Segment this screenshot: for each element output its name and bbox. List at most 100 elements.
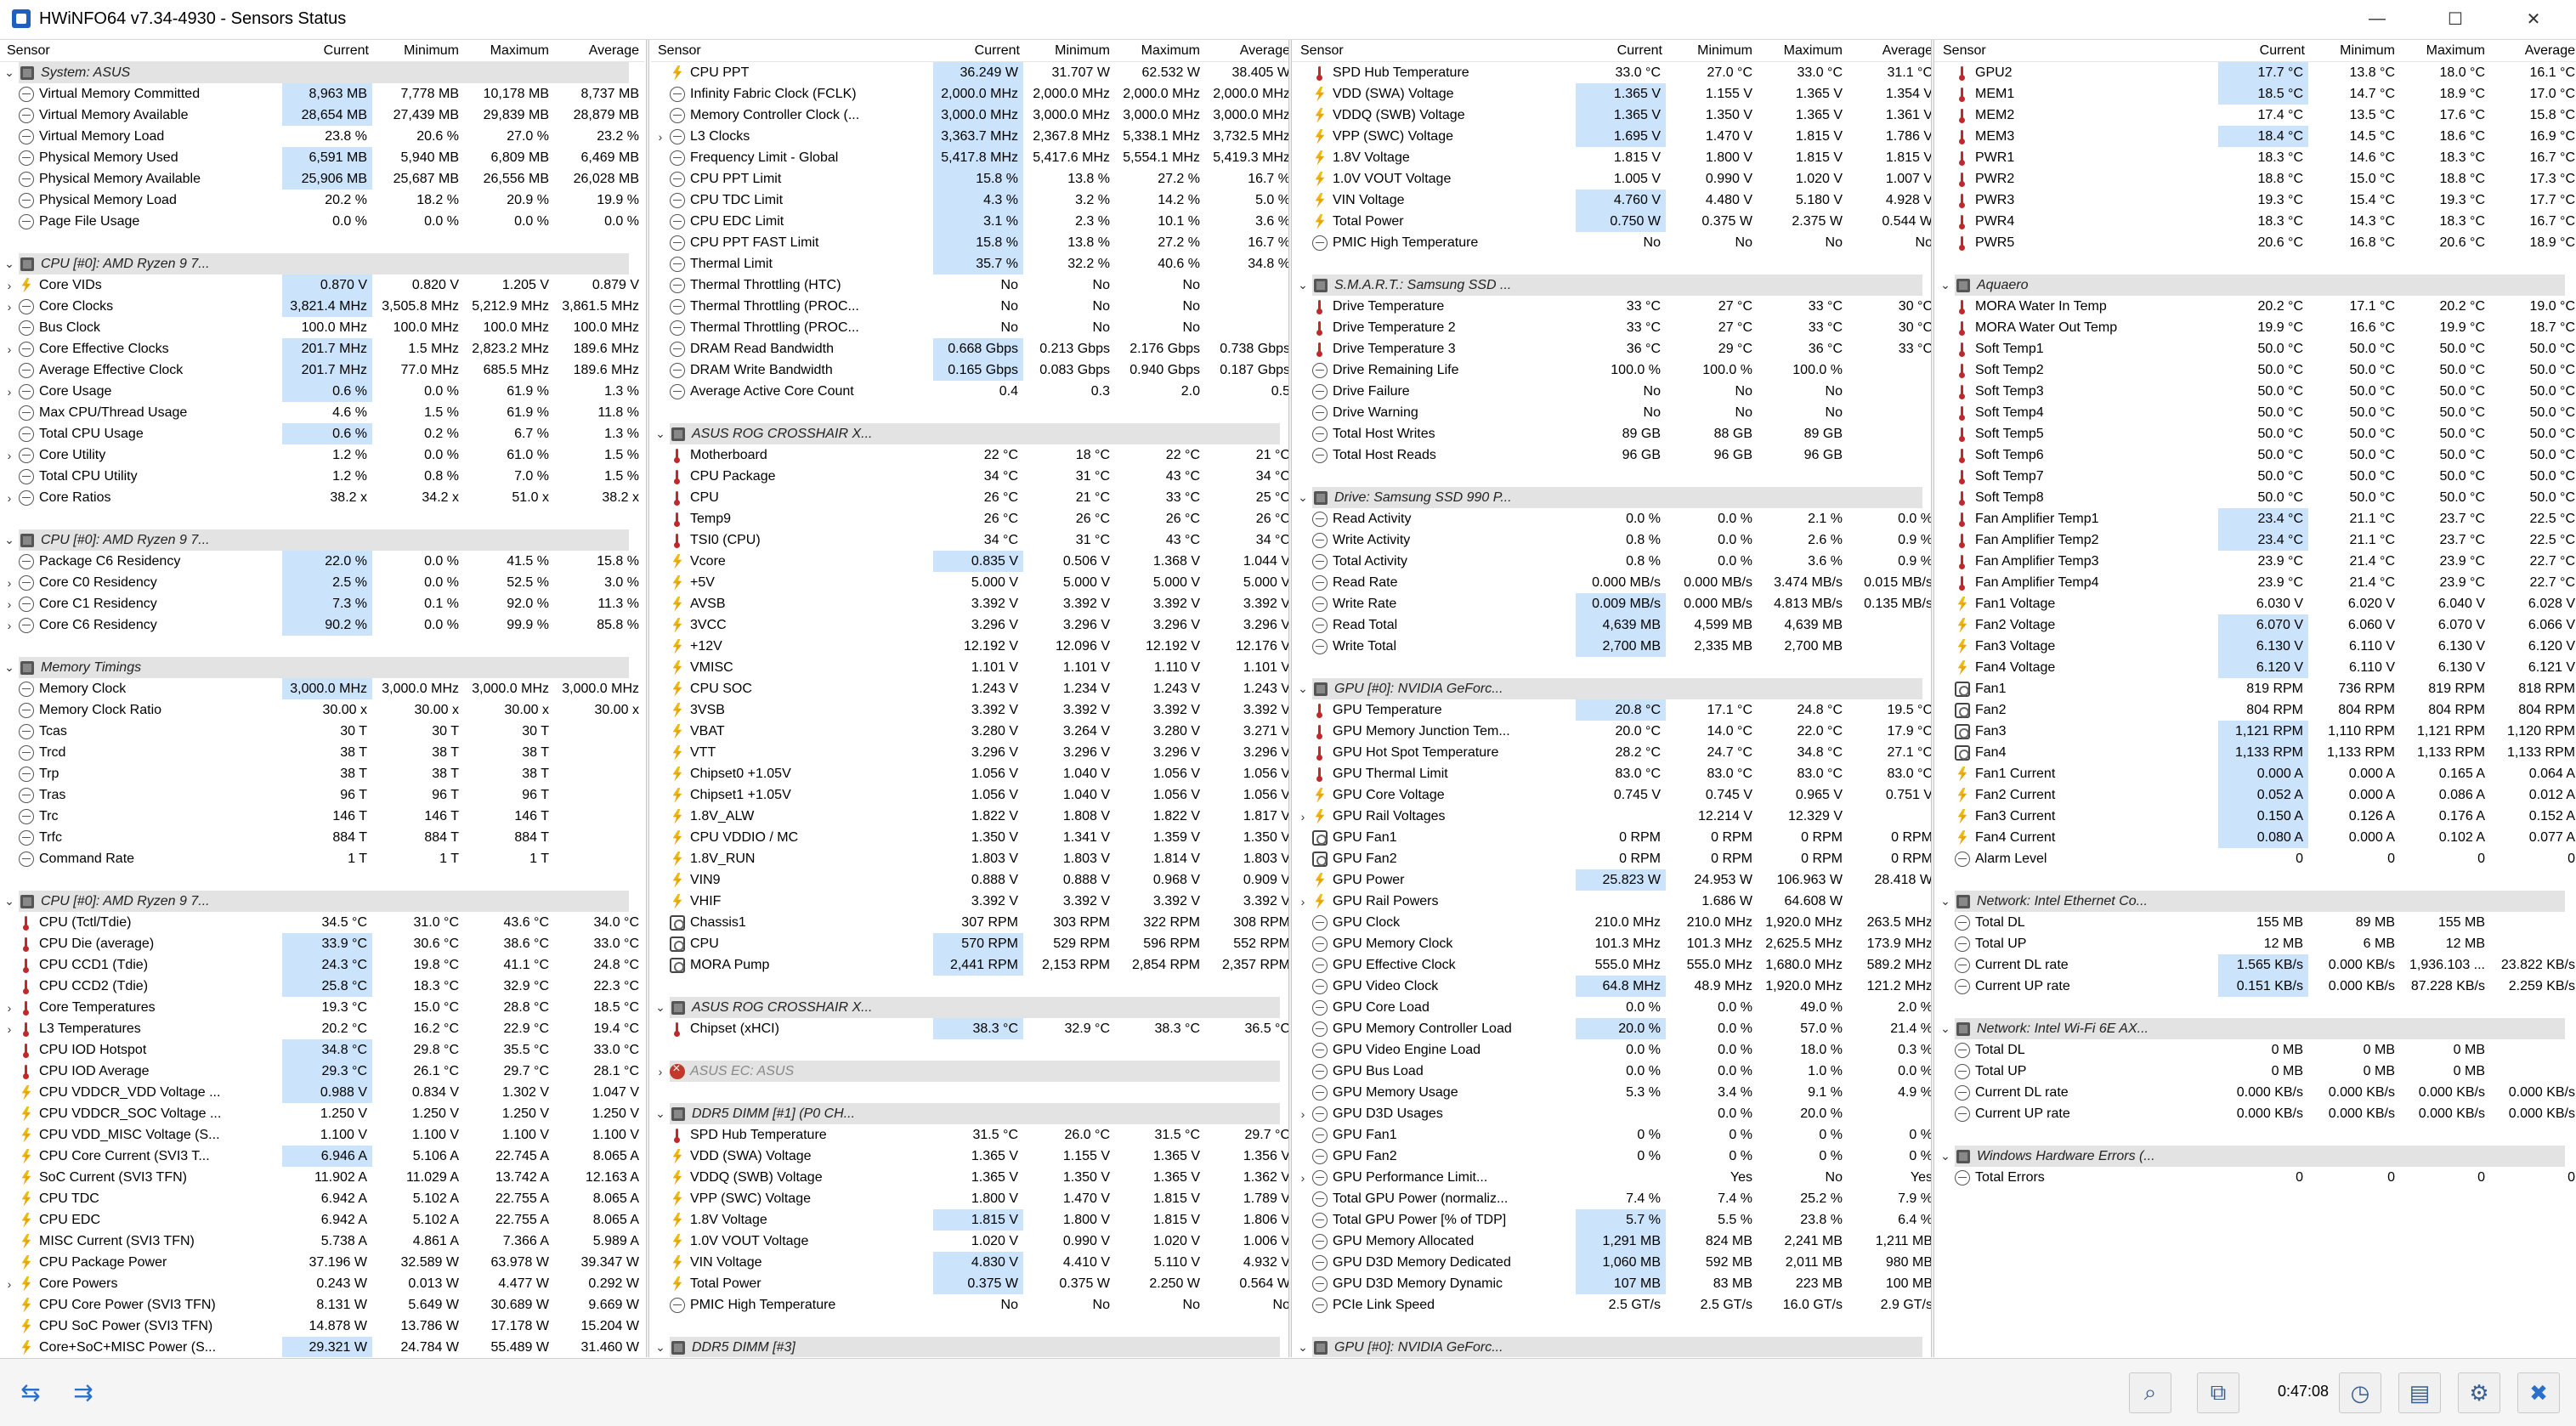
sensor-row[interactable]: GPU Video Clock 64.8 MHz 48.9 MHz 1,920.0 M… xyxy=(1294,976,1938,997)
chevron-right-icon[interactable]: › xyxy=(0,597,19,611)
sensor-row[interactable]: › Core Temperatures 19.3 °C 15.0 °C 28.8 °C 1… xyxy=(0,997,644,1018)
sensor-group-header[interactable]: ⌄ GPU [#0]: NVIDIA GeForc... xyxy=(1294,1337,1938,1357)
sensor-row[interactable]: Total DL 155 MB 89 MB 155 MB xyxy=(1936,912,2576,933)
column-header-maximum[interactable]: Maximum xyxy=(1756,40,1846,61)
minimize-button[interactable]: — xyxy=(2338,0,2416,37)
sensor-row[interactable]: GPU Fan1 0 RPM 0 RPM 0 RPM 0 RPM xyxy=(1294,827,1938,848)
sensor-row[interactable]: Fan3 1,121 RPM 1,110 RPM 1,121 RPM 1,120 RPM xyxy=(1936,721,2576,742)
sensor-row[interactable]: › Core Usage 0.6 % 0.0 % 61.9 % 1.3 % xyxy=(0,381,644,402)
sensor-row[interactable]: CPU (Tctl/Tdie) 34.5 °C 31.0 °C 43.6 °C 34.0… xyxy=(0,912,644,933)
sensor-row[interactable]: SPD Hub Temperature 33.0 °C 27.0 °C 33.0 °C… xyxy=(1294,62,1938,83)
sensor-group-header[interactable]: ⌄ DDR5 DIMM [#1] (P0 CH... xyxy=(651,1103,1295,1124)
sensor-row[interactable]: Virtual Memory Available 28,654 MB 27,439 … xyxy=(0,105,644,126)
chevron-right-icon[interactable]: › xyxy=(0,385,19,399)
chevron-right-icon[interactable]: › xyxy=(0,491,19,505)
chevron-down-icon[interactable]: ⌄ xyxy=(651,1106,670,1121)
sensor-group-header[interactable]: ›ASUS EC: ASUS xyxy=(651,1061,1295,1082)
column-header-average[interactable]: Average xyxy=(552,40,643,61)
sensor-row[interactable]: Total GPU Power (normaliz... 7.4 % 7.4 % 25… xyxy=(1294,1188,1938,1209)
sensor-row[interactable]: Fan1 Current 0.000 A 0.000 A 0.165 A 0.064 A xyxy=(1936,763,2576,784)
sensor-row[interactable]: › Core Ratios 38.2 x 34.2 x 51.0 x 38.2 x xyxy=(0,487,644,508)
sensor-row[interactable]: Total CPU Utility 1.2 % 0.8 % 7.0 % 1.5 % xyxy=(0,466,644,487)
sensor-row[interactable]: Soft Temp4 50.0 °C 50.0 °C 50.0 °C 50.0 °C xyxy=(1936,402,2576,423)
sensor-row[interactable]: GPU Memory Allocated 1,291 MB 824 MB 2,241 … xyxy=(1294,1231,1938,1252)
sensor-row[interactable]: CPU 26 °C 21 °C 33 °C 25 °C xyxy=(651,487,1295,508)
sensor-group-header[interactable]: ⌄ Network: Intel Ethernet Co... xyxy=(1936,891,2576,912)
sensor-row[interactable]: VDD (SWA) Voltage 1.365 V 1.155 V 1.365 V 1.… xyxy=(651,1146,1295,1167)
sensor-row[interactable]: Current DL rate 1.565 KB/s 0.000 KB/s 1,936… xyxy=(1936,954,2576,976)
sensor-row[interactable]: Chipset0 +1.05V 1.056 V 1.040 V 1.056 V 1.05… xyxy=(651,763,1295,784)
sensor-row[interactable]: Soft Temp8 50.0 °C 50.0 °C 50.0 °C 50.0 °C xyxy=(1936,487,2576,508)
column-header-maximum[interactable]: Maximum xyxy=(2398,40,2488,61)
sensor-row[interactable]: PMIC High Temperature No No No No xyxy=(1294,232,1938,253)
sensor-row[interactable]: CPU CCD1 (Tdie) 24.3 °C 19.8 °C 41.1 °C 24.8… xyxy=(0,954,644,976)
chevron-right-icon[interactable]: › xyxy=(0,1277,19,1291)
chevron-right-icon[interactable]: › xyxy=(651,130,670,144)
sensor-row[interactable]: PWR5 20.6 °C 16.8 °C 20.6 °C 18.9 °C xyxy=(1936,232,2576,253)
sensor-row[interactable]: CPU VDD_MISC Voltage (S... 1.100 V 1.100 V… xyxy=(0,1124,644,1146)
sensor-row[interactable]: CPU EDC 6.942 A 5.102 A 22.755 A 8.065 A xyxy=(0,1209,644,1231)
sensor-row[interactable]: VIN9 0.888 V 0.888 V 0.968 V 0.909 V xyxy=(651,869,1295,891)
sensor-row[interactable]: VHIF 3.392 V 3.392 V 3.392 V 3.392 V xyxy=(651,891,1295,912)
sensor-row[interactable]: Vcore 0.835 V 0.506 V 1.368 V 1.044 V xyxy=(651,551,1295,572)
sensor-row[interactable]: MISC Current (SVI3 TFN) 5.738 A 4.861 A 7.3… xyxy=(0,1231,644,1252)
chevron-down-icon[interactable]: ⌄ xyxy=(0,894,19,908)
sensor-row[interactable]: DRAM Write Bandwidth 0.165 Gbps 0.083 Gbps… xyxy=(651,359,1295,381)
column-header-current[interactable]: Current xyxy=(2218,40,2308,61)
double-arrow-right-icon[interactable]: ⇉ xyxy=(63,1378,104,1406)
chevron-right-icon[interactable]: › xyxy=(0,619,19,632)
sensor-row[interactable]: Drive Temperature 33 °C 27 °C 33 °C 30 °C xyxy=(1294,296,1938,317)
sensor-row[interactable]: GPU Video Engine Load 0.0 % 0.0 % 18.0 % 0.3… xyxy=(1294,1039,1938,1061)
sensor-row[interactable]: Package C6 Residency 22.0 % 0.0 % 41.5 % 15.… xyxy=(0,551,644,572)
sensor-row[interactable]: Chipset1 +1.05V 1.056 V 1.040 V 1.056 V 1.05… xyxy=(651,784,1295,806)
panel-divider[interactable] xyxy=(1931,40,1934,1357)
sensor-row[interactable]: Fan4 Current 0.080 A 0.000 A 0.102 A 0.077 A xyxy=(1936,827,2576,848)
sensor-row[interactable]: Fan4 1,133 RPM 1,133 RPM 1,133 RPM 1,133 RPM xyxy=(1936,742,2576,763)
sensor-row[interactable]: › Core C6 Residency 90.2 % 0.0 % 99.9 % 85.8 … xyxy=(0,614,644,636)
chevron-down-icon[interactable]: ⌄ xyxy=(1294,490,1312,505)
sensor-row[interactable]: GPU Fan1 0 % 0 % 0 % 0 % xyxy=(1294,1124,1938,1146)
column-header-sensor[interactable]: Sensor xyxy=(1936,43,2218,59)
sensor-row[interactable]: GPU D3D Memory Dynamic 107 MB 83 MB 223 MB 1… xyxy=(1294,1273,1938,1294)
sensor-row[interactable]: CPU VDDCR_SOC Voltage ... 1.250 V 1.250 V1… xyxy=(0,1103,644,1124)
sensor-row[interactable]: Infinity Fabric Clock (FCLK) 2,000.0 MHz 2… xyxy=(651,83,1295,105)
sensor-row[interactable]: Chipset (xHCI) 38.3 °C 32.9 °C 38.3 °C 36.5 … xyxy=(651,1018,1295,1039)
maximize-button[interactable]: ☐ xyxy=(2416,0,2494,37)
sensor-row[interactable]: › Core Clocks 3,821.4 MHz 3,505.8 MHz 5,212.… xyxy=(0,296,644,317)
sensor-row[interactable]: Fan Amplifier Temp4 23.9 °C 21.4 °C 23.9 °C… xyxy=(1936,572,2576,593)
sensor-row[interactable]: Read Rate 0.000 MB/s 0.000 MB/s 3.474 MB/s 0… xyxy=(1294,572,1938,593)
sensor-row[interactable]: Fan2 804 RPM 804 RPM 804 RPM 804 RPM xyxy=(1936,699,2576,721)
logging-button[interactable]: ▤ xyxy=(2398,1372,2441,1413)
sensor-row[interactable]: Soft Temp7 50.0 °C 50.0 °C 50.0 °C 50.0 °C xyxy=(1936,466,2576,487)
sensor-row[interactable]: GPU Bus Load 0.0 % 0.0 % 1.0 % 0.0 % xyxy=(1294,1061,1938,1082)
clock-reset-button[interactable]: ◷ xyxy=(2339,1372,2381,1413)
sensor-row[interactable]: › GPU Rail Powers 1.686 W 64.608 W xyxy=(1294,891,1938,912)
sensor-row[interactable]: CPU Package Power 37.196 W 32.589 W 63.978 … xyxy=(0,1252,644,1273)
sensor-row[interactable]: Read Activity 0.0 % 0.0 % 2.1 % 0.0 % xyxy=(1294,508,1938,529)
close-sensors-button[interactable]: ✖ xyxy=(2517,1372,2560,1413)
sensor-row[interactable]: VIN Voltage 4.830 V 4.410 V 5.110 V 4.932 V xyxy=(651,1252,1295,1273)
column-header-maximum[interactable]: Maximum xyxy=(462,40,552,61)
chevron-down-icon[interactable]: ⌄ xyxy=(651,1340,670,1355)
sensor-row[interactable]: Virtual Memory Committed 8,963 MB 7,778 MB… xyxy=(0,83,644,105)
sensor-group-header[interactable]: ⌄ DDR5 DIMM [#3] xyxy=(651,1337,1295,1357)
sensor-row[interactable]: PCIe Link Speed 2.5 GT/s 2.5 GT/s 16.0 GT/s… xyxy=(1294,1294,1938,1316)
network-monitor-button[interactable]: ⌕ xyxy=(2129,1372,2171,1413)
sensor-row[interactable]: AVSB 3.392 V 3.392 V 3.392 V 3.392 V xyxy=(651,593,1295,614)
chevron-right-icon[interactable]: › xyxy=(651,1065,670,1078)
sensor-row[interactable]: Total UP 12 MB 6 MB 12 MB xyxy=(1936,933,2576,954)
sensor-row[interactable]: Fan Amplifier Temp3 23.9 °C 21.4 °C 23.9 °C… xyxy=(1936,551,2576,572)
sensor-row[interactable]: Drive Remaining Life 100.0 % 100.0 % 100.0 … xyxy=(1294,359,1938,381)
sensor-row[interactable]: GPU Memory Clock 101.3 MHz 101.3 MHz 2,625.… xyxy=(1294,933,1938,954)
sensor-row[interactable]: Current UP rate 0.000 KB/s 0.000 KB/s 0.000… xyxy=(1936,1103,2576,1124)
sensor-row[interactable]: Total Host Writes 89 GB 88 GB 89 GB xyxy=(1294,423,1938,444)
sensor-row[interactable]: Soft Temp6 50.0 °C 50.0 °C 50.0 °C 50.0 °C xyxy=(1936,444,2576,466)
sensor-row[interactable]: › GPU D3D Usages 0.0 % 20.0 % xyxy=(1294,1103,1938,1124)
sensor-row[interactable]: Trfc 884 T 884 T 884 T xyxy=(0,827,644,848)
column-header-minimum[interactable]: Minimum xyxy=(1666,40,1756,61)
column-header-current[interactable]: Current xyxy=(282,40,372,61)
sensor-row[interactable]: Total Errors 0 0 0 0 xyxy=(1936,1167,2576,1188)
monitor-switch-button[interactable]: ⧉ xyxy=(2197,1372,2239,1413)
chevron-down-icon[interactable]: ⌄ xyxy=(0,660,19,675)
sensor-panel-4[interactable]: Sensor Current Minimum Maximum Average GPU2 17… xyxy=(1936,40,2576,1357)
